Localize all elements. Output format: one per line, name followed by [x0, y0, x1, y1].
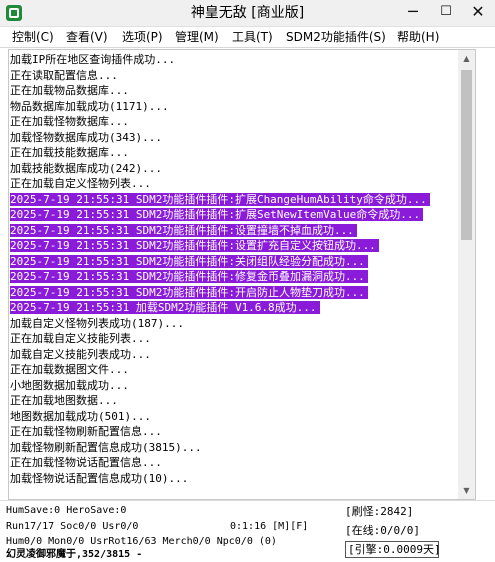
status-panel: HumSave:0 HeroSave:0 Run17/17 Soc0/0 Usr… [0, 500, 495, 561]
log-line: 正在加载物品数据库... [10, 83, 458, 99]
status-run: Run17/17 Soc0/0 Usr0/0 [6, 521, 139, 532]
log-line: 正在加载自定义怪物列表... [10, 176, 458, 192]
log-line: 正在加载自定义技能列表... [10, 331, 458, 347]
log-line: 正在加载怪物说话配置信息... [10, 455, 458, 471]
log-line-text: 2025-7-19 21:55:31 SDM2功能插件插件:开启防止人物垫刀成功… [10, 285, 368, 299]
log-line: 2025-7-19 21:55:31 SDM2功能插件插件:扩展ChangeHu… [10, 192, 458, 208]
log-line-text: 正在加载怪物刷新配置信息... [10, 425, 162, 438]
status-save: HumSave:0 HeroSave:0 [6, 505, 127, 516]
close-button[interactable]: ✕ [461, 0, 495, 26]
status-counts: Hum0/0 Mon0/0 UsrRot16/63 Merch0/0 Npc0/… [6, 536, 277, 547]
log-line: 加载自定义技能列表成功... [10, 347, 458, 363]
log-line: 加载IP所在地区查询插件成功... [10, 52, 458, 68]
log-line: 2025-7-19 21:55:31 SDM2功能插件插件:扩展SetNewIt… [10, 207, 458, 223]
log-line-text: 物品数据库加载成功(1171)... [10, 99, 169, 113]
log-line: 加载自定义怪物列表成功(187)... [10, 316, 458, 332]
scroll-down-icon[interactable]: ▼ [458, 482, 475, 499]
refresh-monster-counter: [刷怪:2842] [345, 505, 414, 518]
log-line: 正在加载怪物刷新配置信息... [10, 424, 458, 440]
log-line-text: 2025-7-19 21:55:31 SDM2功能插件插件:设置撞墙不掉血成功.… [10, 223, 357, 237]
log-line-text: 加载IP所在地区查询插件成功... [10, 53, 176, 66]
log-line: 正在加载怪物数据库... [10, 114, 458, 130]
log-line-text: 正在加载地图数据... [10, 394, 118, 407]
log-scrollbar[interactable]: ▲ ▼ [458, 49, 476, 500]
log-line-text: 地图数据加载成功(501)... [10, 409, 151, 423]
log-line-text: 加载怪物说话配置信息成功(10)... [10, 471, 189, 485]
menu-help[interactable]: 帮助(H) [397, 27, 439, 47]
menu-manage[interactable]: 管理(M) [175, 27, 219, 47]
log-line: 2025-7-19 21:55:31 SDM2功能插件插件:开启防止人物垫刀成功… [10, 285, 458, 301]
log-line-text: 正在加载自定义怪物列表... [10, 177, 151, 190]
log-panel[interactable]: 加载IP所在地区查询插件成功... 正在读取配置信息... 正在加载物品数据库...… [8, 49, 459, 500]
log-line: 2025-7-19 21:55:31 加载SDM2功能插件 V1.6.8成功..… [10, 300, 458, 316]
log-line: 加载怪物数据库成功(343)... [10, 130, 458, 146]
log-line-text: 2025-7-19 21:55:31 SDM2功能插件插件:扩展SetNewIt… [10, 208, 424, 221]
log-line-text: 加载怪物刷新配置信息成功(3815)... [10, 440, 202, 454]
log-line-text: 2025-7-19 21:55:31 SDM2功能插件插件:关闭组队经验分配成功… [10, 254, 368, 268]
log-line: 2025-7-19 21:55:31 SDM2功能插件插件:设置撞墙不掉血成功.… [10, 223, 458, 239]
log-line: 物品数据库加载成功(1171)... [10, 99, 458, 115]
log-line: 小地图数据加载成功... [10, 378, 458, 394]
log-line-text: 2025-7-19 21:55:31 加载SDM2功能插件 V1.6.8成功..… [10, 301, 320, 314]
log-line: 正在加载地图数据... [10, 393, 458, 409]
log-lines: 加载IP所在地区查询插件成功... 正在读取配置信息... 正在加载物品数据库...… [10, 52, 458, 486]
log-line: 2025-7-19 21:55:31 SDM2功能插件插件:修复金币叠加漏洞成功… [10, 269, 458, 285]
log-line-text: 正在加载数据图文件... [10, 363, 129, 376]
scroll-up-icon[interactable]: ▲ [458, 50, 475, 67]
menu-view[interactable]: 查看(V) [66, 27, 108, 47]
log-line-text: 加载自定义技能列表成功... [10, 347, 151, 361]
engine-days-counter: [引擎:0.0009天] [345, 541, 441, 558]
log-line-text: 正在加载自定义技能列表... [10, 332, 151, 345]
log-line: 加载怪物刷新配置信息成功(3815)... [10, 440, 458, 456]
log-line-text: 小地图数据加载成功... [10, 378, 129, 392]
log-line-text: 正在加载物品数据库... [10, 84, 129, 97]
online-counter: [在线:0/0/0] [345, 524, 420, 537]
log-line: 正在加载技能数据库... [10, 145, 458, 161]
log-line-text: 加载自定义怪物列表成功(187)... [10, 316, 184, 330]
log-line: 加载怪物说话配置信息成功(10)... [10, 471, 458, 487]
maximize-button[interactable]: ☐ [429, 0, 463, 26]
log-line-text: 正在读取配置信息... [10, 68, 118, 82]
log-line: 加载技能数据库成功(242)... [10, 161, 458, 177]
menu-sdm2-plugin[interactable]: SDM2功能插件(S) [286, 27, 386, 47]
log-line: 2025-7-19 21:55:31 SDM2功能插件插件:设置扩充自定义按钮成… [10, 238, 458, 254]
log-line-text: 正在加载怪物说话配置信息... [10, 456, 162, 469]
log-line-text: 加载怪物数据库成功(343)... [10, 130, 162, 144]
scroll-thumb[interactable] [461, 70, 472, 240]
log-line: 2025-7-19 21:55:31 SDM2功能插件插件:关闭组队经验分配成功… [10, 254, 458, 270]
menu-control[interactable]: 控制(C) [12, 27, 54, 47]
status-runtime: 0:1:16 [M][F] [230, 521, 309, 532]
menu-options[interactable]: 选项(P) [122, 27, 163, 47]
log-line: 正在加载数据图文件... [10, 362, 458, 378]
title-bar: 神皇无敌 [商业版] ─ ☐ ✕ [0, 0, 495, 27]
log-line-text: 正在加载技能数据库... [10, 146, 129, 159]
minimize-button[interactable]: ─ [396, 0, 430, 26]
log-line-text: 2025-7-19 21:55:31 SDM2功能插件插件:修复金币叠加漏洞成功… [10, 270, 368, 283]
log-line-text: 2025-7-19 21:55:31 SDM2功能插件插件:扩展ChangeHu… [10, 192, 430, 206]
log-line: 地图数据加载成功(501)... [10, 409, 458, 425]
menu-tools[interactable]: 工具(T) [232, 27, 273, 47]
menu-bar: 控制(C) 查看(V) 选项(P) 管理(M) 工具(T) SDM2功能插件(S… [0, 27, 495, 48]
log-line-text: 正在加载怪物数据库... [10, 115, 129, 128]
log-line: 正在读取配置信息... [10, 68, 458, 84]
log-line-text: 加载技能数据库成功(242)... [10, 161, 162, 175]
log-line-text: 2025-7-19 21:55:31 SDM2功能插件插件:设置扩充自定义按钮成… [10, 239, 379, 252]
